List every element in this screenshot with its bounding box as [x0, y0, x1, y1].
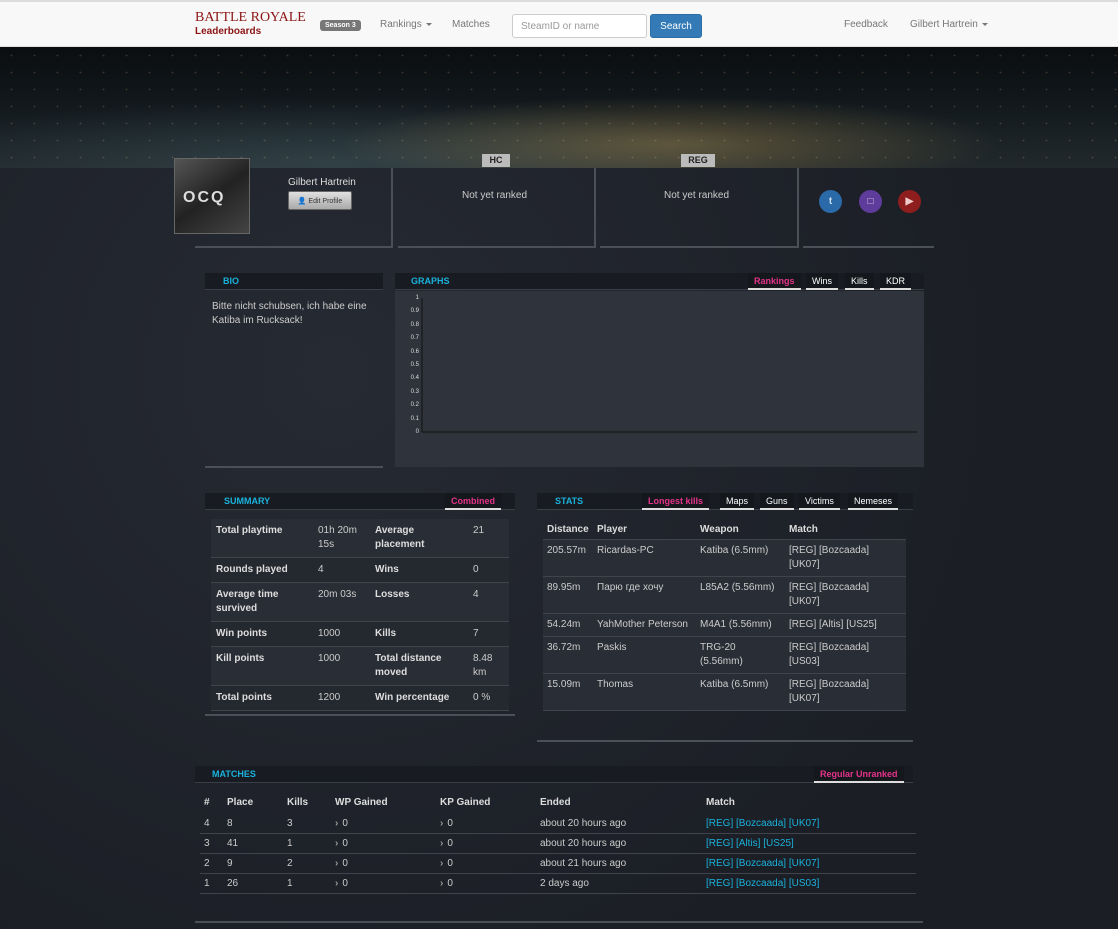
search-button[interactable]: Search	[650, 14, 702, 38]
y-tick-label: 0.6	[410, 348, 419, 355]
header-banner-image	[0, 47, 1118, 168]
nav-matches[interactable]: Matches	[452, 19, 490, 30]
tab-wins[interactable]: Wins	[806, 273, 838, 290]
bio-header: BIO	[205, 273, 383, 290]
brand-title[interactable]: BATTLE ROYALE	[195, 11, 306, 25]
caret-down-icon	[425, 22, 432, 26]
matches-header: MATCHES Regular Unranked	[195, 766, 913, 783]
matches-title: MATCHES	[212, 769, 256, 779]
y-tick-label: 0.2	[410, 402, 419, 409]
stats-header: STATS Longest kills Maps Guns Victims Ne…	[537, 493, 913, 510]
y-tick-label: 0.9	[410, 308, 419, 315]
stats-panel	[537, 511, 913, 742]
summary-header: SUMMARY Combined	[205, 493, 515, 510]
tab-kdr[interactable]: KDR	[880, 273, 912, 290]
y-tick-label: 0.7	[410, 335, 419, 342]
y-tick-label: 0	[415, 429, 419, 435]
tab-combined[interactable]: Combined	[445, 493, 501, 510]
hc-rank-card	[398, 168, 594, 248]
divider	[594, 168, 596, 248]
summary-panel	[205, 511, 515, 716]
tab-maps[interactable]: Maps	[720, 493, 755, 510]
rankings-chart	[395, 291, 924, 467]
brand-subtitle[interactable]: Leaderboards	[195, 25, 306, 38]
banner-city-lights	[0, 47, 1118, 168]
y-tick-label: 0.1	[410, 415, 419, 422]
divider	[797, 168, 799, 248]
y-tick-label: 0.8	[410, 321, 419, 328]
nav-rankings-dropdown[interactable]: Rankings	[380, 19, 432, 30]
search-input[interactable]	[512, 14, 647, 38]
twitch-icon[interactable]: □	[859, 190, 882, 213]
nav-rankings-label: Rankings	[380, 19, 422, 30]
reg-rank-card	[600, 168, 797, 248]
hc-tab[interactable]: HC	[482, 154, 510, 167]
bio-title: BIO	[223, 276, 240, 286]
stats-title: STATS	[555, 496, 584, 506]
tab-guns[interactable]: Guns	[760, 493, 794, 510]
tab-victims[interactable]: Victims	[799, 493, 840, 510]
reg-tab[interactable]: REG	[681, 154, 715, 167]
navbar: BATTLE ROYALE Leaderboards Season 3 Rank…	[0, 0, 1118, 47]
nav-user-dropdown[interactable]: Gilbert Hartrein	[910, 19, 988, 30]
summary-title: SUMMARY	[224, 496, 271, 506]
profile-card	[195, 168, 391, 248]
hc-rank-status: Not yet ranked	[462, 190, 528, 201]
chart-svg	[421, 298, 917, 433]
graphs-title: GRAPHS	[411, 276, 450, 286]
tab-longest-kills[interactable]: Longest kills	[642, 493, 710, 510]
matches-panel	[195, 784, 923, 923]
y-tick-label: 0.5	[410, 362, 419, 368]
reg-rank-status: Not yet ranked	[664, 190, 730, 201]
twitter-icon[interactable]: t	[819, 190, 842, 213]
youtube-icon[interactable]: ▶	[898, 190, 921, 213]
y-tick-label: 0.4	[410, 375, 419, 382]
bio-panel	[205, 291, 383, 468]
tab-regular-unranked[interactable]: Regular Unranked	[814, 766, 904, 783]
graphs-header: GRAPHS Rankings Wins Kills KDR	[395, 273, 924, 290]
nav-user-label: Gilbert Hartrein	[910, 19, 978, 30]
divider	[391, 168, 393, 248]
brand-logo[interactable]: BATTLE ROYALE Leaderboards	[195, 11, 306, 38]
tab-rankings[interactable]: Rankings	[748, 273, 801, 290]
nav-feedback[interactable]: Feedback	[844, 19, 888, 30]
tab-nemeses[interactable]: Nemeses	[848, 493, 899, 510]
caret-down-icon	[981, 22, 988, 26]
y-tick-label: 1	[415, 295, 419, 301]
tab-kills[interactable]: Kills	[845, 273, 874, 290]
season-badge: Season 3	[320, 20, 361, 31]
y-tick-label: 0.3	[410, 388, 419, 395]
